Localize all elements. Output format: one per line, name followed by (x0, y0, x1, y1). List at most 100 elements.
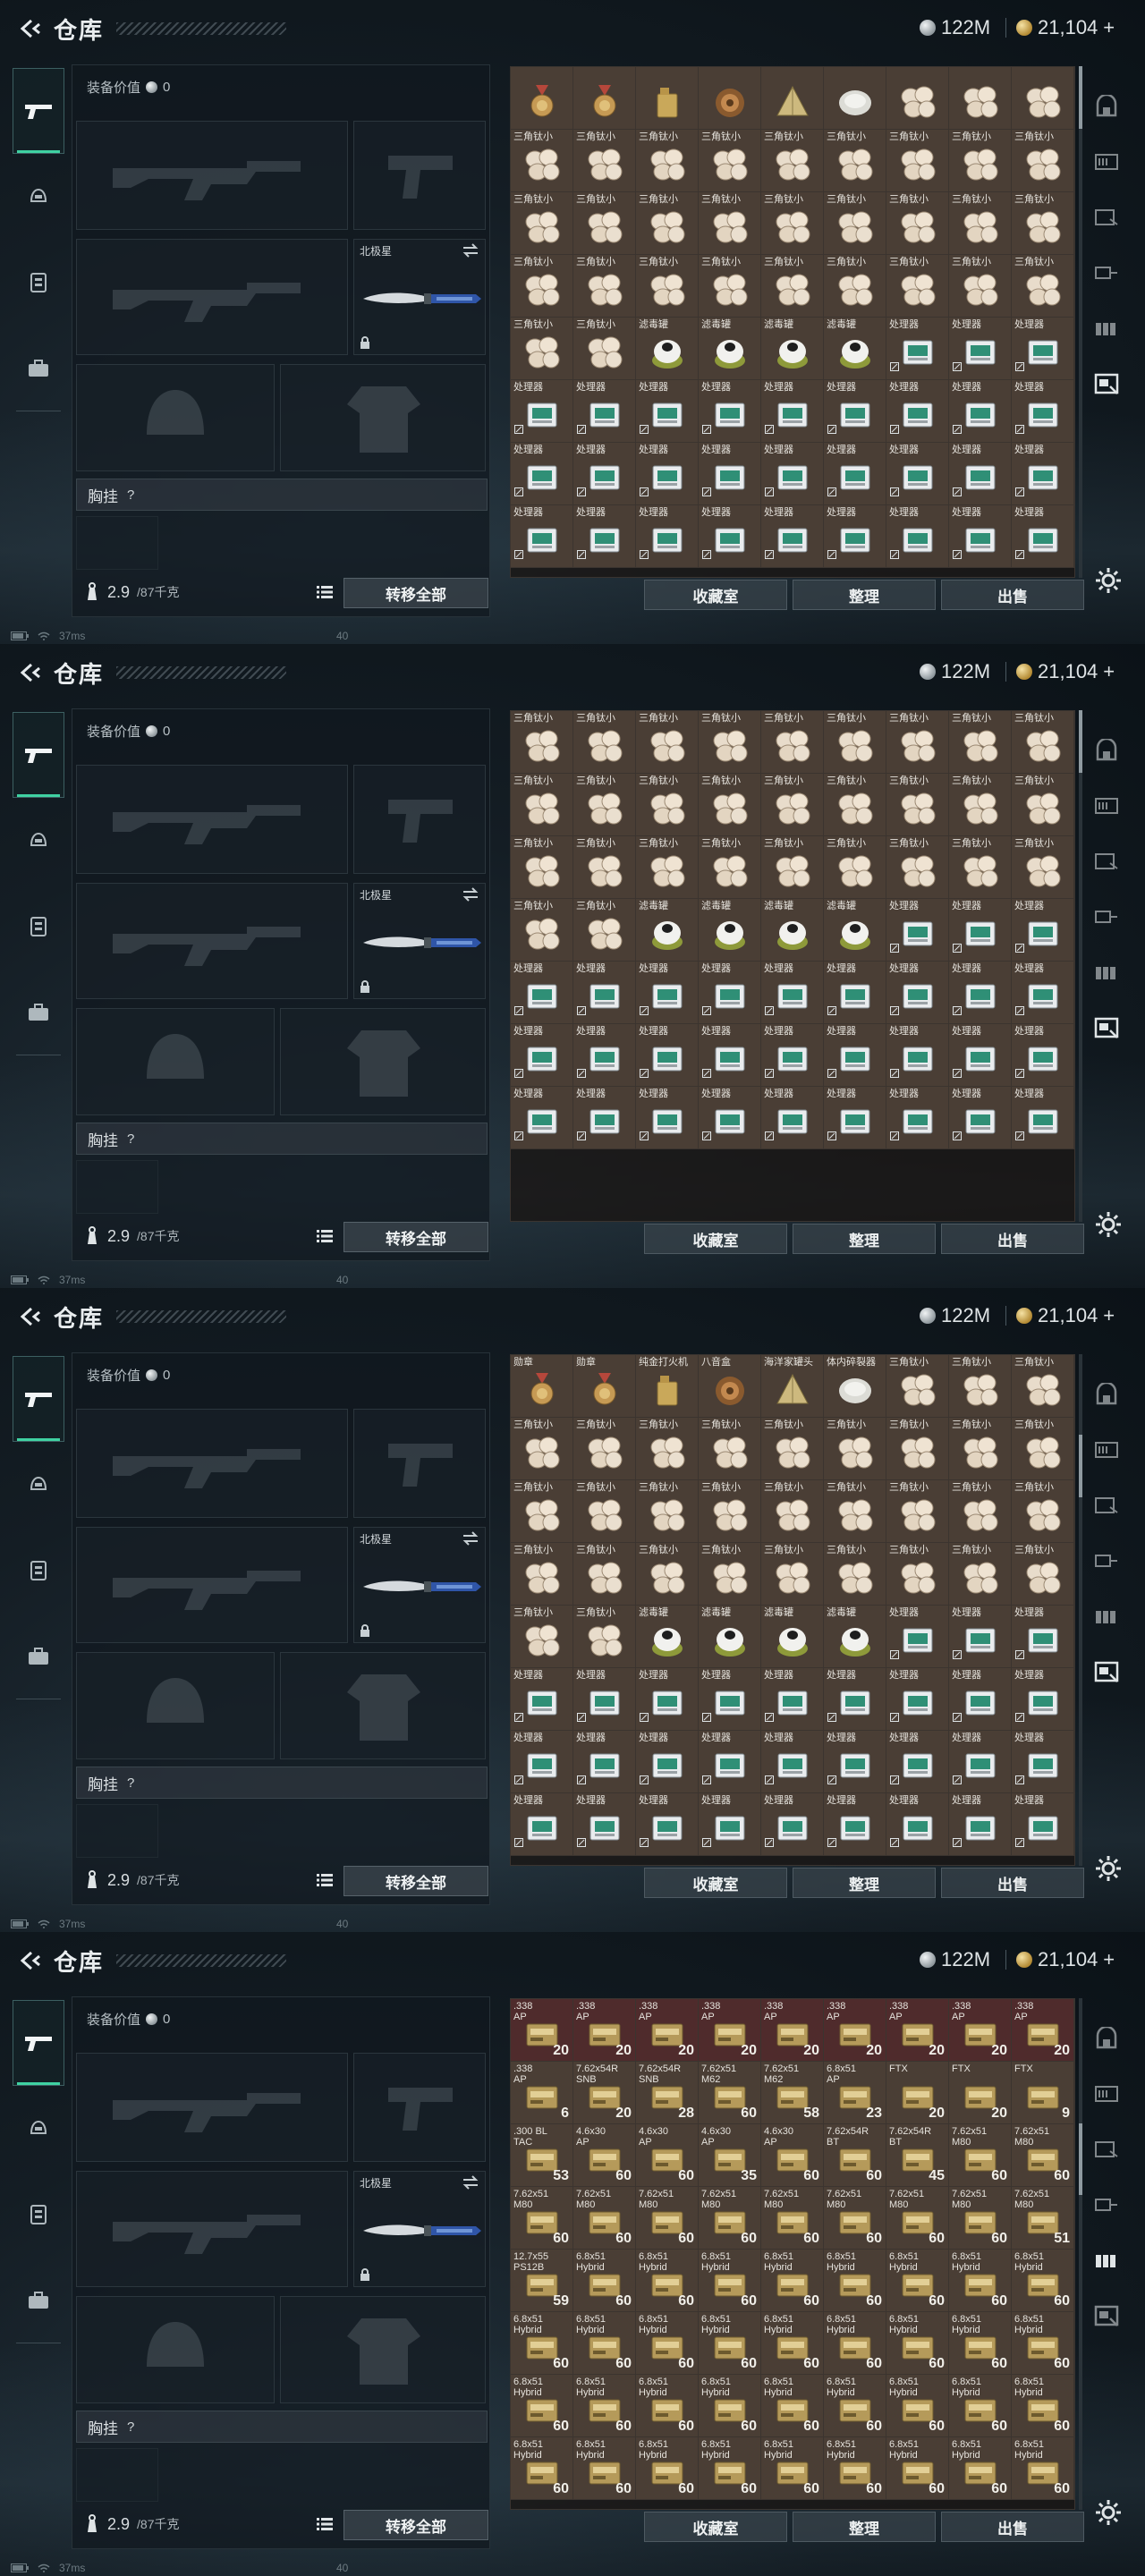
inventory-cell[interactable]: 6.8x51 Hybrid 60 (886, 2437, 949, 2500)
nav-weapons[interactable] (13, 68, 64, 154)
inventory-cell[interactable]: 处理器 (886, 380, 949, 443)
scroll-thumb[interactable] (1079, 2123, 1082, 2195)
inventory-cell[interactable]: 7.62x51 M80 60 (1012, 2124, 1074, 2187)
inventory-cell[interactable]: 处理器 (699, 505, 761, 568)
inventory-cell[interactable]: 三角钛小 (511, 836, 573, 899)
inventory-cell[interactable]: 6.8x51 Hybrid 60 (699, 2437, 761, 2500)
sort-button[interactable]: 整理 (793, 580, 936, 610)
rig-pocket-slot[interactable] (76, 2448, 158, 2502)
inventory-cell[interactable]: 6.8x51 Hybrid 60 (573, 2437, 636, 2500)
inventory-cell[interactable]: 三角钛小 (886, 1480, 949, 1543)
inventory-cell[interactable]: 处理器 (1012, 1024, 1074, 1087)
back-arrow-icon[interactable] (13, 11, 48, 47)
inventory-cell[interactable]: 三角钛小 (761, 711, 824, 774)
sell-button[interactable]: 出售 (941, 580, 1084, 610)
secondary-weapon-slot[interactable] (76, 883, 348, 999)
inventory-cell[interactable]: 三角钛小 (636, 130, 699, 192)
inventory-cell[interactable]: 处理器 (573, 962, 636, 1024)
transfer-all-button[interactable]: 转移全部 (344, 2510, 488, 2540)
nav-weapons[interactable] (13, 712, 64, 798)
inventory-cell[interactable]: 处理器 (1012, 962, 1074, 1024)
inventory-cell[interactable]: 6.8x51 AP 23 (824, 2062, 886, 2124)
inventory-cell[interactable]: 6.8x51 Hybrid 60 (573, 2375, 636, 2437)
inventory-cell[interactable]: 处理器 (636, 1024, 699, 1087)
inventory-cell[interactable]: 三角钛小 (886, 1543, 949, 1606)
inventory-cell[interactable]: 滤毒罐 (699, 1606, 761, 1668)
inventory-cell[interactable]: 三角钛小 (949, 711, 1012, 774)
inventory-cell[interactable]: 处理器 (1012, 318, 1074, 380)
inventory-cell[interactable]: 7.62x51 M80 60 (761, 2187, 824, 2250)
melee-slot[interactable]: 北极星 (353, 1527, 486, 1643)
back-arrow-icon[interactable] (13, 1943, 48, 1979)
inventory-cell[interactable]: 三角钛小 (949, 1543, 1012, 1606)
storage-tab-1[interactable] (1084, 2012, 1129, 2068)
inventory-cell[interactable]: 勋章 (573, 1355, 636, 1418)
inventory-cell[interactable]: 处理器 (573, 1024, 636, 1087)
inventory-cell[interactable]: 三角钛小 (761, 130, 824, 192)
inventory-cell[interactable]: 三角钛小 (511, 255, 573, 318)
inventory-cell[interactable]: .338 AP 20 (949, 1999, 1012, 2062)
pistol-slot[interactable] (353, 1409, 486, 1518)
inventory-cell[interactable]: 处理器 (824, 380, 886, 443)
inventory-cell[interactable]: 处理器 (949, 443, 1012, 505)
gold-plus-button[interactable]: + (1103, 660, 1115, 683)
inventory-cell[interactable]: 三角钛小 (824, 774, 886, 836)
inventory-cell[interactable] (1012, 67, 1074, 130)
warehouse-inventory-grid[interactable]: 三角钛小 三角钛小 三角钛小 三角钛小 三角钛小 三角钛小 三角钛小 三角钛小 三角钛小 三角钛小… (510, 66, 1075, 578)
inventory-cell[interactable]: 三角钛小 (761, 774, 824, 836)
nav-vest[interactable] (13, 240, 64, 326)
inventory-cell[interactable]: 三角钛小 (699, 836, 761, 899)
inventory-cell[interactable]: 三角钛小 (699, 130, 761, 192)
storage-tab-4[interactable] (1084, 1535, 1129, 1590)
inventory-cell[interactable]: 三角钛小 (699, 1543, 761, 1606)
inventory-cell[interactable]: 处理器 (761, 505, 824, 568)
inventory-cell[interactable]: 处理器 (511, 380, 573, 443)
inventory-cell[interactable]: 6.8x51 Hybrid 60 (761, 2437, 824, 2500)
inventory-scrollbar[interactable] (1079, 1354, 1082, 1866)
inventory-cell[interactable]: 处理器 (886, 962, 949, 1024)
inventory-cell[interactable]: 6.8x51 Hybrid 60 (573, 2312, 636, 2375)
inventory-cell[interactable]: 处理器 (949, 1606, 1012, 1668)
inventory-cell[interactable]: 6.8x51 Hybrid 60 (824, 2312, 886, 2375)
armor-slot[interactable] (280, 2296, 486, 2403)
inventory-cell[interactable]: 处理器 (1012, 1668, 1074, 1731)
inventory-cell[interactable]: 6.8x51 Hybrid 60 (824, 2250, 886, 2312)
inventory-cell[interactable]: 7.62x51 M80 60 (573, 2187, 636, 2250)
inventory-cell[interactable]: 处理器 (699, 962, 761, 1024)
storage-tab-6[interactable] (1084, 358, 1129, 413)
inventory-cell[interactable]: .338 AP 20 (699, 1999, 761, 2062)
inventory-cell[interactable]: 三角钛小 (886, 1355, 949, 1418)
inventory-cell[interactable]: 处理器 (949, 380, 1012, 443)
inventory-cell[interactable]: 三角钛小 (636, 836, 699, 899)
nav-helmet[interactable] (13, 1442, 64, 1528)
inventory-cell[interactable]: 三角钛小 (699, 1418, 761, 1480)
storage-tab-5[interactable] (1084, 2234, 1129, 2290)
list-view-button[interactable] (311, 2510, 338, 2538)
inventory-cell[interactable]: 处理器 (824, 1668, 886, 1731)
inventory-cell[interactable]: 八音盒 (699, 1355, 761, 1418)
inventory-cell[interactable]: 三角钛小 (886, 1418, 949, 1480)
inventory-cell[interactable]: 处理器 (511, 1024, 573, 1087)
primary-weapon-slot[interactable] (76, 2053, 348, 2162)
inventory-cell[interactable]: 处理器 (949, 1731, 1012, 1793)
inventory-cell[interactable]: .338 AP 6 (511, 2062, 573, 2124)
inventory-cell[interactable]: 三角钛小 (573, 899, 636, 962)
inventory-cell[interactable]: 三角钛小 (824, 130, 886, 192)
inventory-cell[interactable]: 处理器 (949, 318, 1012, 380)
inventory-cell[interactable] (949, 67, 1012, 130)
inventory-cell[interactable]: 7.62x51 M80 60 (949, 2124, 1012, 2187)
inventory-cell[interactable]: 处理器 (949, 1024, 1012, 1087)
inventory-cell[interactable]: 处理器 (761, 962, 824, 1024)
settings-gear-icon[interactable] (1093, 2497, 1124, 2528)
inventory-cell[interactable]: 处理器 (636, 962, 699, 1024)
inventory-cell[interactable]: 7.62x51 M80 60 (949, 2187, 1012, 2250)
inventory-cell[interactable]: 三角钛小 (886, 192, 949, 255)
inventory-cell[interactable]: 4.6x30 AP 60 (636, 2124, 699, 2187)
sort-button[interactable]: 整理 (793, 2512, 936, 2542)
nav-weapons[interactable] (13, 2000, 64, 2086)
armor-slot[interactable] (280, 1008, 486, 1115)
inventory-cell[interactable]: 三角钛小 (699, 774, 761, 836)
nav-backpack[interactable] (13, 326, 64, 411)
inventory-cell[interactable]: 处理器 (511, 1087, 573, 1149)
inventory-cell[interactable]: 三角钛小 (824, 1543, 886, 1606)
